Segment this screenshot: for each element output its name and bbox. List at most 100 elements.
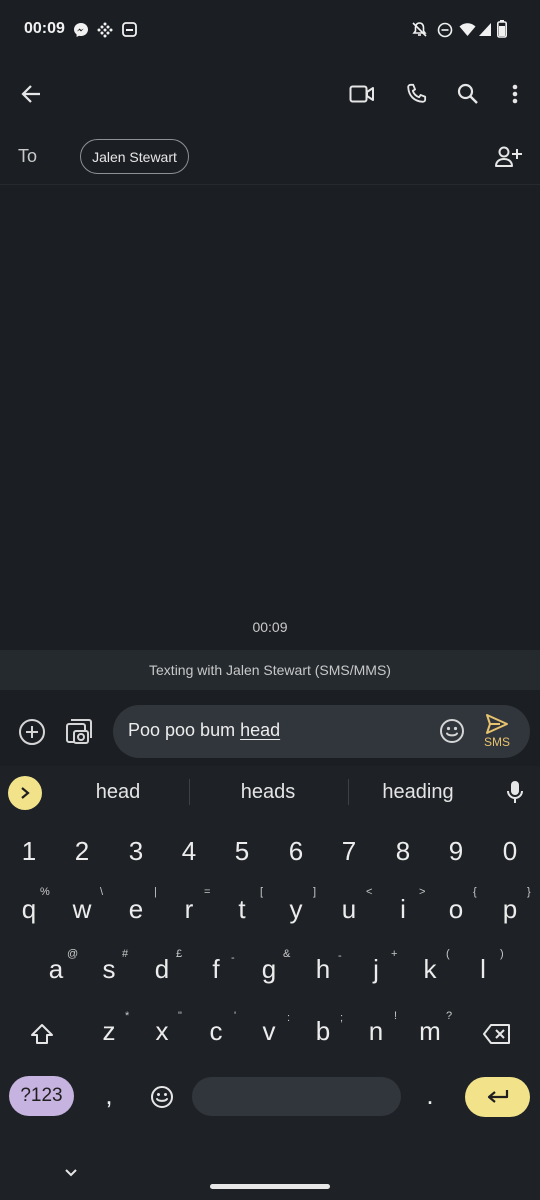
phone-icon	[405, 83, 427, 105]
back-button[interactable]	[11, 74, 51, 114]
key-w[interactable]: w	[62, 894, 102, 925]
emoji-button[interactable]	[432, 711, 472, 751]
mute-icon	[411, 21, 428, 38]
key-l[interactable]: l	[463, 954, 503, 985]
key-hint: ?	[446, 1010, 453, 1022]
key-1[interactable]: 1	[9, 836, 49, 867]
key-o[interactable]: o	[436, 894, 476, 925]
key-7[interactable]: 7	[329, 836, 369, 867]
app-bar	[0, 60, 540, 130]
key-6[interactable]: 6	[276, 836, 316, 867]
key-b[interactable]: b	[303, 1016, 343, 1047]
suggestion-divider	[348, 779, 349, 805]
backspace-key[interactable]	[477, 1014, 517, 1054]
add-person-icon	[495, 146, 523, 168]
key-p[interactable]: p	[490, 894, 530, 925]
key-hint: (	[446, 948, 450, 960]
key-t[interactable]: t	[222, 894, 262, 925]
shift-key[interactable]	[22, 1014, 62, 1054]
enter-key[interactable]	[465, 1077, 530, 1117]
key-hint: !	[394, 1010, 398, 1022]
voice-input-button[interactable]	[495, 772, 535, 812]
keyboard-expand-button[interactable]	[8, 776, 42, 810]
key-j[interactable]: j	[356, 954, 396, 985]
enter-icon	[486, 1088, 510, 1106]
key-x[interactable]: x	[142, 1016, 182, 1047]
key-h[interactable]: h	[303, 954, 343, 985]
key-m[interactable]: m	[410, 1016, 450, 1047]
chevron-down-icon	[64, 1168, 78, 1178]
hide-keyboard-button[interactable]	[51, 1153, 91, 1193]
key-e[interactable]: e	[116, 894, 156, 925]
suggestion-divider	[189, 779, 190, 805]
key-hint: #	[122, 948, 129, 960]
sms-label: SMS	[483, 735, 510, 749]
key-hint: +	[391, 948, 398, 960]
space-bar[interactable]	[192, 1077, 401, 1116]
more-vert-icon	[512, 84, 518, 104]
key-c[interactable]: c	[196, 1016, 236, 1047]
key-hint: >	[419, 886, 426, 898]
video-call-icon	[349, 84, 375, 104]
recipient-chip[interactable]: Jalen Stewart	[80, 139, 189, 174]
divider	[0, 184, 540, 185]
navigation-handle[interactable]	[210, 1184, 330, 1189]
key-hint: :	[287, 1012, 291, 1024]
wifi-icon	[459, 22, 476, 37]
phone-call-button[interactable]	[396, 74, 436, 114]
key-hint: {	[473, 886, 477, 898]
status-time: 00:09	[24, 20, 65, 37]
key-hint: |	[154, 886, 157, 898]
key-n[interactable]: n	[356, 1016, 396, 1047]
key-y[interactable]: y	[276, 894, 316, 925]
search-icon	[457, 83, 479, 105]
key-hint: \	[100, 886, 104, 898]
key-comma[interactable]: ,	[89, 1080, 129, 1111]
key-i[interactable]: i	[383, 894, 423, 925]
key-9[interactable]: 9	[436, 836, 476, 867]
back-arrow-icon	[20, 83, 42, 105]
send-icon	[485, 713, 509, 735]
video-call-button[interactable]	[342, 74, 382, 114]
search-button[interactable]	[448, 74, 488, 114]
suggestion-2[interactable]: heads	[208, 781, 328, 804]
key-8[interactable]: 8	[383, 836, 423, 867]
add-recipient-button[interactable]	[489, 137, 529, 177]
suggestion-3[interactable]: heading	[358, 781, 478, 804]
key-4[interactable]: 4	[169, 836, 209, 867]
key-hint: %	[40, 886, 50, 898]
message-icon	[122, 22, 137, 37]
suggestion-1[interactable]: head	[58, 781, 178, 804]
emoji-icon	[439, 718, 465, 744]
more-options-button[interactable]	[495, 74, 535, 114]
key-z[interactable]: z	[89, 1016, 129, 1047]
key-q[interactable]: q	[9, 894, 49, 925]
key-hint: &	[283, 948, 291, 960]
to-label: To	[18, 146, 38, 166]
key-period[interactable]: .	[410, 1080, 450, 1111]
key-0[interactable]: 0	[490, 836, 530, 867]
composing-word: head	[240, 720, 281, 740]
message-timestamp: 00:09	[252, 619, 288, 635]
key-2[interactable]: 2	[62, 836, 102, 867]
key-hint: '	[234, 1010, 237, 1022]
emoji-key[interactable]	[142, 1077, 182, 1117]
messenger-icon	[73, 22, 89, 38]
microphone-icon	[506, 780, 524, 804]
key-hint: "	[178, 1010, 182, 1022]
texting-banner: Texting with Jalen Stewart (SMS/MMS)	[0, 650, 540, 690]
key-k[interactable]: k	[410, 954, 450, 985]
key-5[interactable]: 5	[222, 836, 262, 867]
key-hint: }	[527, 886, 531, 898]
gallery-button[interactable]	[59, 712, 99, 752]
add-attachment-button[interactable]	[12, 712, 52, 752]
key-u[interactable]: u	[329, 894, 369, 925]
key-hint: <	[366, 886, 373, 898]
symbols-key[interactable]: ?123	[9, 1076, 74, 1116]
key-f[interactable]: f	[196, 954, 236, 985]
backspace-icon	[483, 1024, 511, 1044]
key-r[interactable]: r	[169, 894, 209, 925]
key-3[interactable]: 3	[116, 836, 156, 867]
key-v[interactable]: v	[249, 1016, 289, 1047]
signal-icon	[478, 22, 492, 37]
